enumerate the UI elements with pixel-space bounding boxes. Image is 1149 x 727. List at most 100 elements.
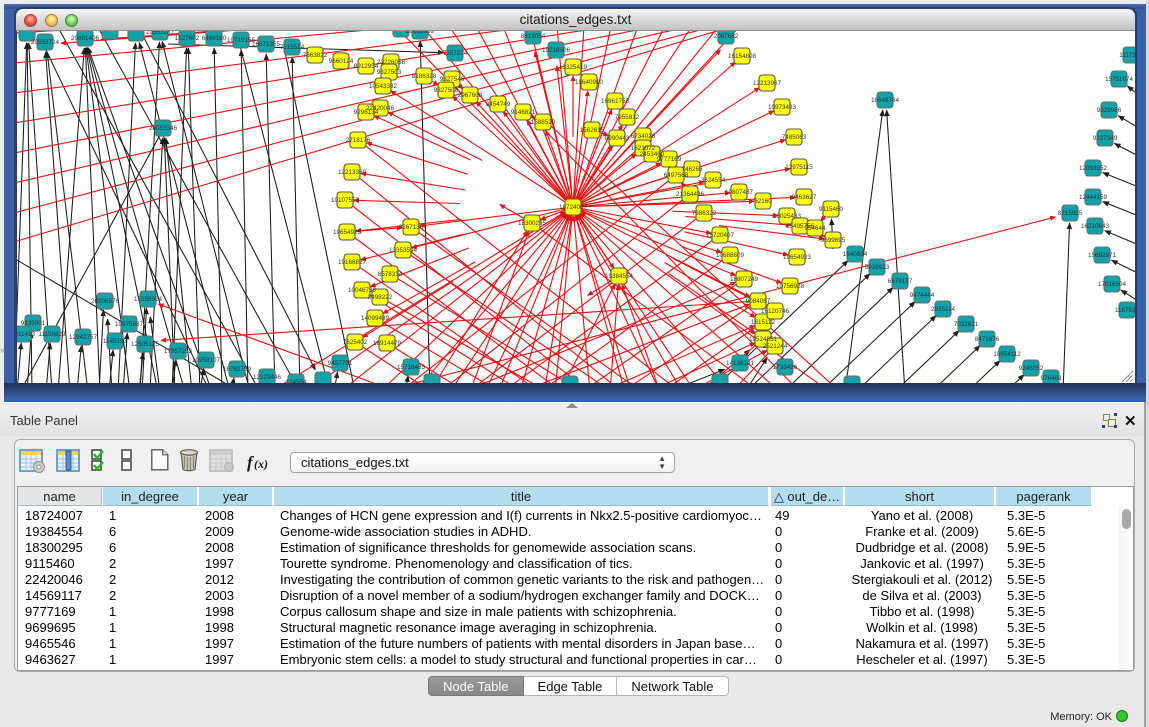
svg-text:16782759: 16782759 xyxy=(223,366,252,373)
svg-text:17359924: 17359924 xyxy=(134,296,163,303)
svg-text:3267130: 3267130 xyxy=(399,224,424,231)
svg-text:8454749: 8454749 xyxy=(486,101,511,108)
svg-text:9777169: 9777169 xyxy=(657,156,682,163)
svg-text:8215955: 8215955 xyxy=(1058,210,1083,217)
svg-text:9327508: 9327508 xyxy=(434,87,459,94)
svg-text:6879197: 6879197 xyxy=(888,278,913,285)
svg-text:6734028: 6734028 xyxy=(631,133,656,140)
svg-text:12505125: 12505125 xyxy=(131,341,160,348)
svg-text:18724007: 18724007 xyxy=(559,204,588,211)
svg-text:11156829: 11156829 xyxy=(38,331,66,338)
svg-text:7986322: 7986322 xyxy=(692,210,717,217)
svg-text:9660124: 9660124 xyxy=(329,58,354,65)
svg-text:13353594: 13353594 xyxy=(389,247,418,254)
svg-text:7032621: 7032621 xyxy=(954,321,979,328)
svg-text:2521244: 2521244 xyxy=(763,343,788,350)
svg-text:6497568: 6497568 xyxy=(664,172,689,179)
svg-text:12213369: 12213369 xyxy=(338,169,367,176)
svg-text:10654112: 10654112 xyxy=(993,351,1021,358)
svg-text:10958107: 10958107 xyxy=(192,357,221,364)
svg-text:12942757: 12942757 xyxy=(69,334,98,341)
svg-text:16210643: 16210643 xyxy=(1081,223,1110,230)
svg-text:18300295: 18300295 xyxy=(518,220,547,227)
svg-text:10973493: 10973493 xyxy=(768,104,797,111)
svg-text:9245052: 9245052 xyxy=(1019,365,1044,372)
svg-text:7663822: 7663822 xyxy=(303,52,328,59)
svg-text:10543382: 10543382 xyxy=(369,83,398,90)
svg-text:10807487: 10807487 xyxy=(725,189,754,196)
svg-text:1615112: 1615112 xyxy=(751,319,776,326)
svg-text:16648784: 16648784 xyxy=(871,97,900,104)
svg-text:8990443: 8990443 xyxy=(605,135,630,142)
svg-text:17016504: 17016504 xyxy=(1098,281,1127,288)
svg-text:16154808: 16154808 xyxy=(728,53,757,60)
svg-text:16033809: 16033809 xyxy=(406,31,435,35)
svg-text:3911413: 3911413 xyxy=(17,331,36,338)
svg-text:8912954: 8912954 xyxy=(354,63,379,70)
svg-text:2967608: 2967608 xyxy=(458,92,483,99)
svg-text:7625402: 7625402 xyxy=(343,339,368,346)
svg-text:3624554: 3624554 xyxy=(701,177,726,184)
svg-text:19384554: 19384554 xyxy=(605,273,634,280)
svg-text:2087682: 2087682 xyxy=(714,33,739,40)
svg-text:2718176: 2718176 xyxy=(346,137,371,144)
svg-text:19654925: 19654925 xyxy=(333,229,362,236)
svg-text:14136141: 14136141 xyxy=(726,360,755,367)
svg-text:14099489: 14099489 xyxy=(361,315,390,322)
svg-text:9227349: 9227349 xyxy=(1093,135,1118,142)
svg-text:9146821: 9146821 xyxy=(511,109,536,116)
svg-text:(x): (x) xyxy=(254,457,268,471)
svg-text:7955812: 7955812 xyxy=(615,114,640,121)
svg-text:20553724: 20553724 xyxy=(31,39,60,46)
svg-text:12975115: 12975115 xyxy=(785,164,813,171)
svg-text:10107553: 10107553 xyxy=(331,197,360,204)
svg-text:9474444: 9474444 xyxy=(910,292,935,299)
svg-text:16671355: 16671355 xyxy=(252,41,281,48)
svg-text:62160: 62160 xyxy=(754,198,772,205)
svg-text:15692971: 15692971 xyxy=(1088,252,1117,259)
svg-text:19166827: 19166827 xyxy=(338,259,367,266)
svg-text:21364436: 21364436 xyxy=(676,191,705,198)
svg-text:1588520: 1588520 xyxy=(531,119,556,126)
svg-text:20691406: 20691406 xyxy=(71,35,100,42)
svg-text:8578334: 8578334 xyxy=(378,271,403,278)
svg-text:9327503: 9327503 xyxy=(377,69,402,76)
svg-text:8813054: 8813054 xyxy=(521,33,546,40)
svg-text:3498222: 3498222 xyxy=(368,294,393,301)
svg-text:10025433: 10025433 xyxy=(773,213,802,220)
svg-text:10046738: 10046738 xyxy=(348,287,377,294)
svg-text:1527602: 1527602 xyxy=(175,35,200,42)
svg-text:6466160: 6466160 xyxy=(202,35,227,42)
svg-text:15716485: 15716485 xyxy=(397,364,426,371)
svg-text:7515524: 7515524 xyxy=(280,44,305,51)
svg-text:28053346: 28053346 xyxy=(149,125,178,132)
svg-text:12323446: 12323446 xyxy=(253,374,282,381)
svg-text:976463: 976463 xyxy=(1040,375,1062,382)
svg-text:1145193: 1145193 xyxy=(103,338,128,345)
svg-text:124504: 124504 xyxy=(285,379,307,383)
svg-text:5938923: 5938923 xyxy=(865,264,890,271)
svg-text:10756928: 10756928 xyxy=(776,283,805,290)
svg-text:10688609: 10688609 xyxy=(716,252,745,259)
svg-text:16914479: 16914479 xyxy=(373,340,402,347)
svg-text:15751074: 15751074 xyxy=(1105,76,1134,83)
svg-text:16961758: 16961758 xyxy=(601,98,630,105)
svg-text:9329966: 9329966 xyxy=(1097,107,1122,114)
svg-text:12093852: 12093852 xyxy=(1079,165,1108,172)
svg-text:8471676: 8471676 xyxy=(975,336,1000,343)
svg-text:2935114: 2935114 xyxy=(931,306,956,313)
svg-text:1562615: 1562615 xyxy=(580,127,605,134)
svg-text:19654923: 19654923 xyxy=(783,254,812,261)
svg-text:15720407: 15720407 xyxy=(706,232,735,239)
svg-text:7485063: 7485063 xyxy=(782,134,807,141)
svg-text:9327546: 9327546 xyxy=(440,76,465,83)
svg-text:18807249: 18807249 xyxy=(730,276,759,283)
svg-text:23226058: 23226058 xyxy=(377,59,406,66)
svg-text:9296134: 9296134 xyxy=(354,109,379,116)
svg-text:1640954: 1640954 xyxy=(843,251,868,258)
svg-text:10553287: 10553287 xyxy=(146,31,175,36)
svg-text:13325419: 13325419 xyxy=(559,64,588,71)
svg-text:954644: 954644 xyxy=(804,225,826,232)
svg-text:20206576: 20206576 xyxy=(91,298,120,305)
svg-text:9115460: 9115460 xyxy=(819,206,844,213)
